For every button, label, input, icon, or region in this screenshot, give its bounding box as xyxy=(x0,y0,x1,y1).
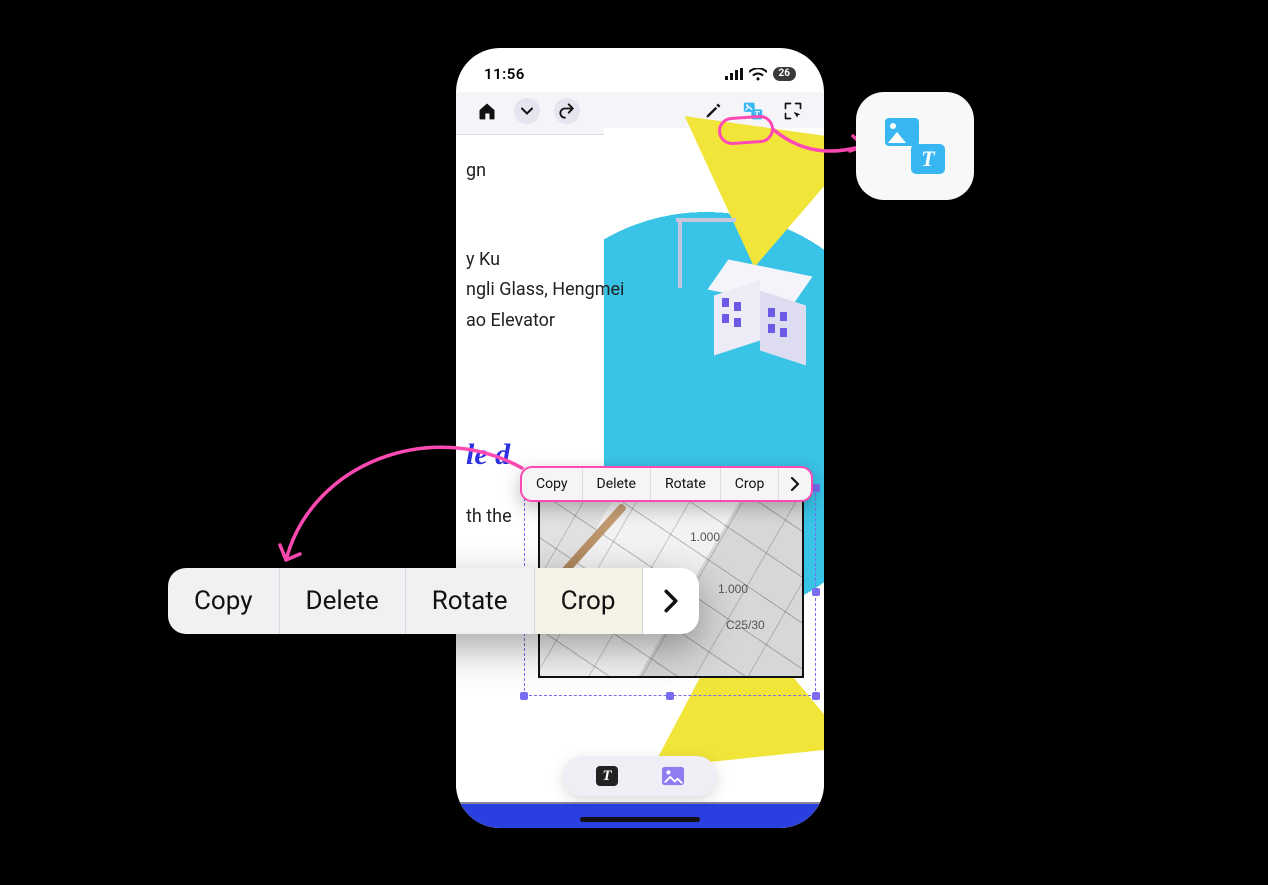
selection-handle[interactable] xyxy=(666,692,674,700)
menu-item-rotate[interactable]: Rotate xyxy=(651,467,721,501)
image-icon xyxy=(662,766,684,786)
image-text-tool-icon[interactable]: T xyxy=(740,98,766,124)
selection-handle[interactable] xyxy=(812,692,820,700)
annotation-icon-callout: T xyxy=(856,92,974,200)
menu-item-rotate[interactable]: Rotate xyxy=(406,568,535,634)
status-indicators: 26 xyxy=(725,67,796,81)
chevron-right-icon xyxy=(663,589,679,613)
image-icon xyxy=(885,118,919,146)
home-indicator[interactable] xyxy=(580,817,700,822)
context-menu: Copy Delete Rotate Crop xyxy=(520,466,813,502)
document-footer-bar xyxy=(456,804,824,828)
selection-handle[interactable] xyxy=(520,692,528,700)
status-bar: 11:56 26 xyxy=(456,48,824,92)
menu-item-copy[interactable]: Copy xyxy=(168,568,280,634)
image-number: C25/30 xyxy=(726,618,765,632)
menu-more-button[interactable] xyxy=(643,568,699,634)
menu-item-copy[interactable]: Copy xyxy=(522,467,583,501)
menu-item-crop[interactable]: Crop xyxy=(535,568,643,634)
selection-tool-icon[interactable] xyxy=(780,98,806,124)
text-fragment: y Ku xyxy=(466,245,624,276)
text-fragment: gn xyxy=(466,156,624,187)
phone-frame: 11:56 26 xyxy=(456,48,824,828)
text-fragment: ao Elevator xyxy=(466,306,624,337)
chevron-right-icon xyxy=(790,477,800,491)
text-fragment: ngli Glass, Hengmei xyxy=(466,275,624,306)
selection-handle[interactable] xyxy=(812,588,820,596)
cellular-icon xyxy=(725,68,743,80)
image-number: 1.000 xyxy=(690,530,720,544)
chevron-down-icon[interactable] xyxy=(514,98,540,124)
home-icon[interactable] xyxy=(474,98,500,124)
battery-indicator: 26 xyxy=(773,67,796,81)
document-paragraph-fragment: th the xyxy=(466,500,512,534)
context-menu-zoomed: Copy Delete Rotate Crop xyxy=(168,568,699,634)
insert-text-button[interactable]: T xyxy=(595,764,619,788)
redo-icon[interactable] xyxy=(554,98,580,124)
menu-item-crop[interactable]: Crop xyxy=(721,467,780,501)
wifi-icon xyxy=(749,68,767,81)
image-number: 1.000 xyxy=(718,582,748,596)
document-heading-fragment: le d xyxy=(466,438,510,472)
insert-image-button[interactable] xyxy=(661,764,685,788)
selection-handle[interactable] xyxy=(812,484,820,492)
menu-more-button[interactable] xyxy=(779,477,811,491)
document-text: gn y Ku ngli Glass, Hengmei ao Elevator xyxy=(466,156,624,336)
menu-item-delete[interactable]: Delete xyxy=(280,568,406,634)
menu-item-delete[interactable]: Delete xyxy=(583,467,651,501)
text-icon: T xyxy=(911,144,945,174)
status-time: 11:56 xyxy=(484,65,525,83)
insert-type-toggle: T xyxy=(563,756,717,796)
text-icon: T xyxy=(596,766,618,786)
svg-text:T: T xyxy=(754,109,760,119)
